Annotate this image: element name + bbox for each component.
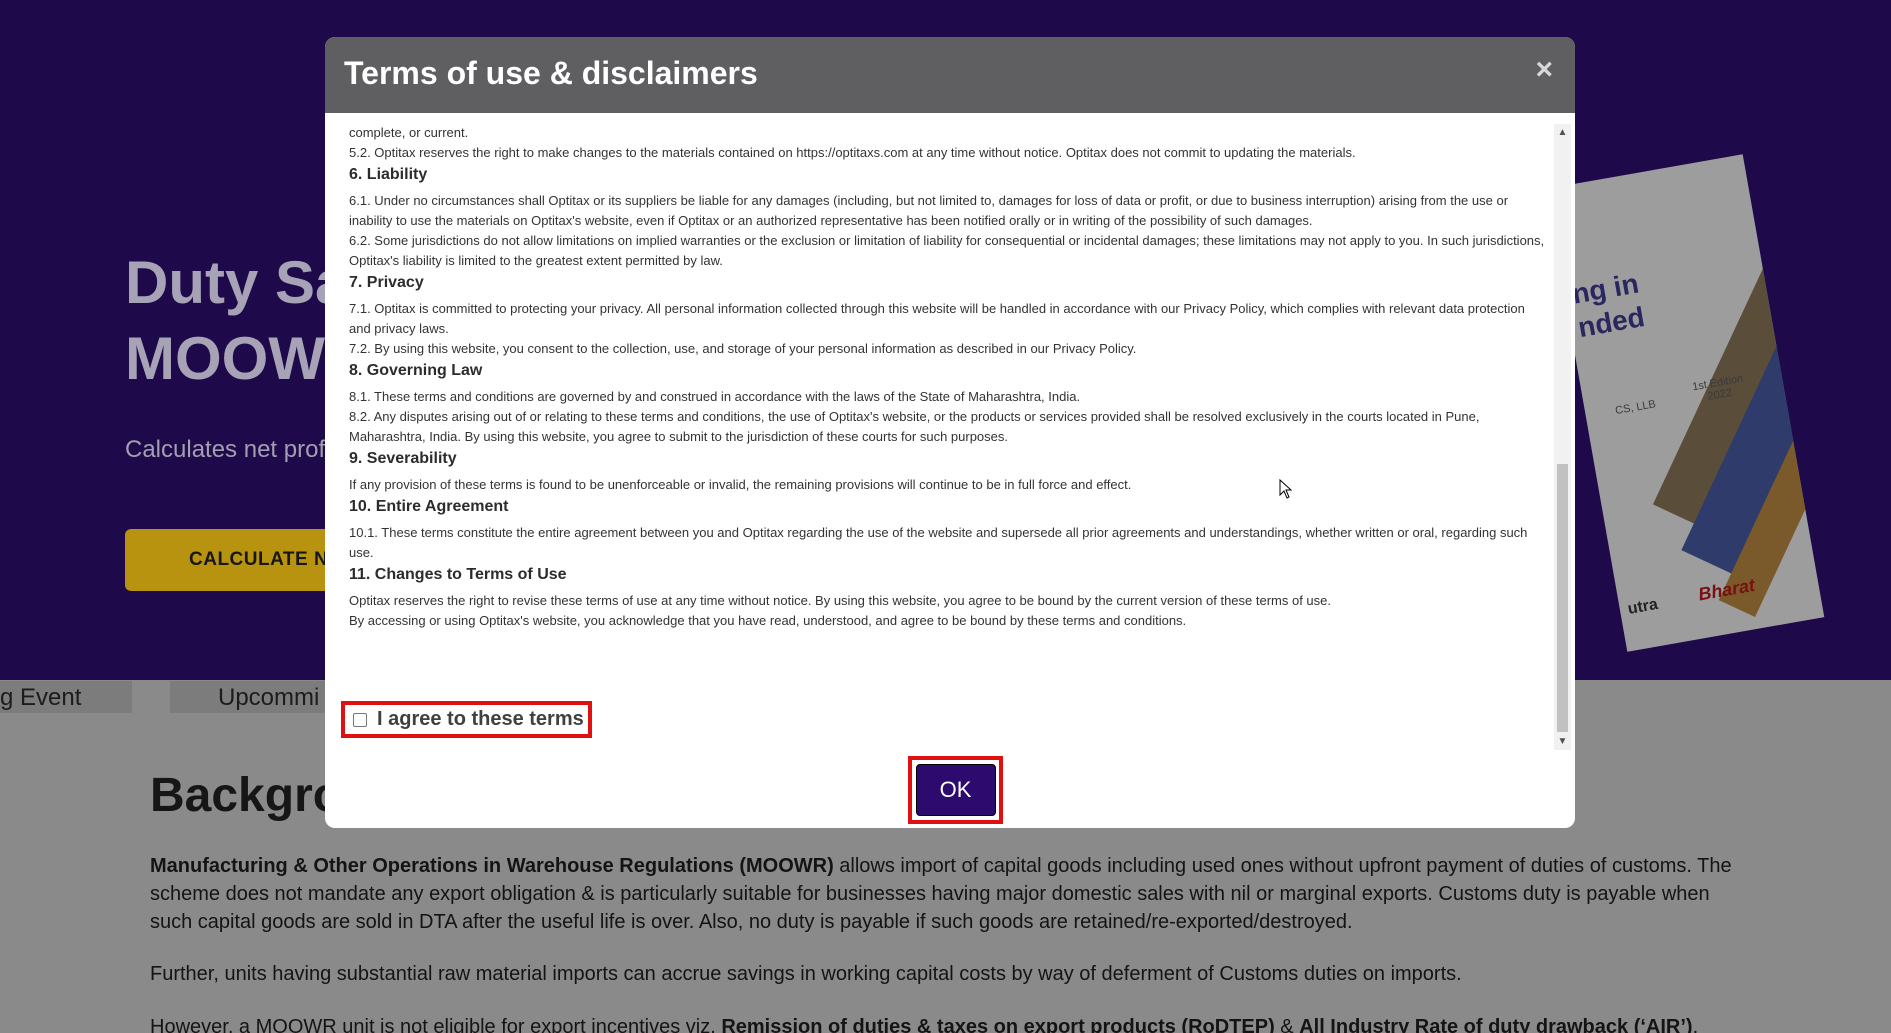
terms-section-heading: 9. Severability bbox=[349, 450, 457, 467]
scroll-up-arrow-icon[interactable]: ▲ bbox=[1554, 124, 1571, 141]
terms-paragraph: 10.1. These terms constitute the entire … bbox=[349, 525, 1528, 560]
terms-paragraph: Optitax reserves the right to revise the… bbox=[349, 593, 1332, 608]
terms-scrollbar[interactable]: ▲ ▼ bbox=[1554, 124, 1571, 750]
tab-upcoming[interactable]: Upcommi bbox=[218, 684, 319, 712]
scrollbar-thumb[interactable] bbox=[1557, 464, 1568, 732]
ok-button[interactable]: OK bbox=[915, 764, 996, 816]
terms-paragraph: 6.1. Under no circumstances shall Optita… bbox=[349, 193, 1509, 228]
terms-paragraph: 7.2. By using this website, you consent … bbox=[349, 341, 1137, 356]
incentives-end: . bbox=[1692, 1016, 1699, 1033]
agree-highlight: I agree to these terms bbox=[341, 701, 592, 738]
modal-title: Terms of use & disclaimers bbox=[344, 55, 758, 91]
terms-paragraph: If any provision of these terms is found… bbox=[349, 477, 1132, 492]
terms-paragraph: 8.2. Any disputes arising out of or rela… bbox=[349, 409, 1480, 444]
terms-paragraph: 8.1. These terms and conditions are gove… bbox=[349, 389, 1081, 404]
terms-scroll-region[interactable]: complete, or current. 5.2. Optitax reserv… bbox=[349, 123, 1549, 747]
terms-content-area: complete, or current. 5.2. Optitax reserv… bbox=[325, 123, 1575, 788]
hero-subtitle: Calculates net profi bbox=[125, 436, 331, 463]
incentives-joiner: & bbox=[1274, 1016, 1300, 1033]
mouse-cursor-icon bbox=[1279, 479, 1293, 499]
terms-section-heading: 10. Entire Agreement bbox=[349, 498, 509, 515]
ok-highlight: OK bbox=[908, 756, 1003, 824]
section-heading: Backgro bbox=[150, 769, 343, 822]
terms-paragraph: 6.2. Some jurisdictions do not allow lim… bbox=[349, 233, 1545, 268]
incentives-text: However, a MOOWR unit is not eligible fo… bbox=[150, 1016, 722, 1033]
book-title: ng in nded bbox=[1569, 267, 1647, 344]
agree-checkbox[interactable] bbox=[353, 712, 367, 727]
rodtep-bold: Remission of duties & taxes on export pr… bbox=[721, 1016, 1275, 1033]
terms-modal: Terms of use & disclaimers × complete, o… bbox=[325, 37, 1575, 828]
paragraph-moowr: Manufacturing & Other Operations in Ware… bbox=[150, 852, 1750, 936]
terms-section-heading: 8. Governing Law bbox=[349, 362, 483, 379]
tab-events[interactable]: g Event bbox=[0, 684, 81, 712]
modal-header: Terms of use & disclaimers × bbox=[325, 37, 1575, 113]
close-icon[interactable]: × bbox=[1535, 53, 1553, 87]
book-author: CS, LLB bbox=[1614, 398, 1657, 418]
terms-paragraph: 5.2. Optitax reserves the right to make … bbox=[349, 145, 1356, 160]
terms-section-heading: 6. Liability bbox=[349, 166, 428, 183]
moowr-bold: Manufacturing & Other Operations in Ware… bbox=[150, 855, 834, 877]
terms-section-heading: 11. Changes to Terms of Use bbox=[349, 566, 567, 583]
book-cover-image: ng in nded CS, LLB 1st Edition 2022 utra… bbox=[1545, 154, 1825, 652]
terms-paragraph: 7.1. Optitax is committed to protecting … bbox=[349, 301, 1525, 336]
agree-label[interactable]: I agree to these terms bbox=[377, 708, 584, 731]
scroll-down-arrow-icon[interactable]: ▼ bbox=[1554, 733, 1571, 750]
terms-section-heading: 7. Privacy bbox=[349, 274, 424, 291]
hero-title: Duty Sa MOOW bbox=[125, 249, 349, 392]
paragraph-raw-material: Further, units having substantial raw ma… bbox=[150, 963, 1462, 985]
terms-paragraph: By accessing or using Optitax's website,… bbox=[349, 613, 1187, 628]
paragraph-incentives: However, a MOOWR unit is not eligible fo… bbox=[150, 1013, 1750, 1033]
calculate-button[interactable]: CALCULATE N bbox=[125, 529, 335, 591]
book-brand: utra bbox=[1626, 595, 1660, 618]
terms-paragraph: complete, or current. bbox=[349, 125, 469, 140]
air-bold: All Industry Rate of duty drawback (‘AIR… bbox=[1299, 1016, 1693, 1033]
